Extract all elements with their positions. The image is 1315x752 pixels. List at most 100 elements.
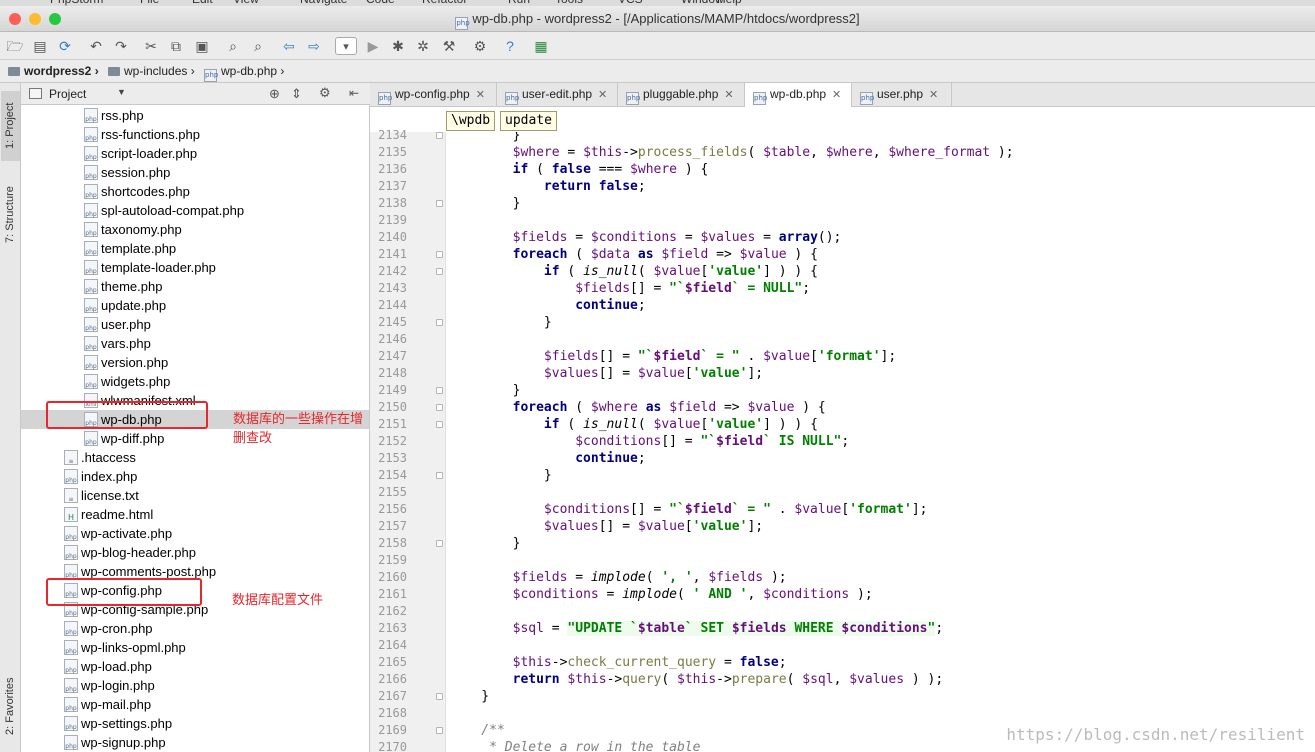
tree-item[interactable]: php template.php <box>21 239 369 258</box>
fold-marker-icon[interactable] <box>436 200 443 207</box>
code-line[interactable]: $where = $this->process_fields( $table, … <box>450 144 1315 161</box>
scroll-from-source-icon[interactable]: ⊕ <box>269 86 280 102</box>
plugin-icon[interactable]: ▦ <box>532 37 550 55</box>
tree-item[interactable]: php session.php <box>21 163 369 182</box>
collapse-all-icon[interactable]: ⇕ <box>291 86 302 102</box>
run-config-dropdown[interactable]: ▾ <box>335 37 357 55</box>
fold-marker-icon[interactable] <box>436 268 443 275</box>
editor-tab[interactable]: php pluggable.php ✕ <box>618 83 745 107</box>
code-line[interactable] <box>450 331 1315 348</box>
code-line[interactable]: $fields = $conditions = $values = array(… <box>450 229 1315 246</box>
tree-item[interactable]: php vars.php <box>21 334 369 353</box>
tool-tab-structure[interactable]: 7: Structure <box>1 175 20 255</box>
tree-item[interactable]: php wp-load.php <box>21 657 369 676</box>
tree-item[interactable]: php wp-login.php <box>21 676 369 695</box>
breadcrumb-class[interactable]: \wpdb <box>446 111 496 131</box>
code-line[interactable] <box>450 705 1315 722</box>
code-line[interactable]: $this->check_current_query = false; <box>450 654 1315 671</box>
undo-icon[interactable]: ↶ <box>87 37 105 55</box>
build-icon[interactable]: ⚒ <box>440 37 458 55</box>
fold-marker-icon[interactable] <box>436 319 443 326</box>
code-line[interactable]: $conditions[] = "`$field` = " . $value['… <box>450 501 1315 518</box>
code-line[interactable]: } <box>450 314 1315 331</box>
close-tab-icon[interactable]: ✕ <box>476 89 485 101</box>
tree-item[interactable]: php wp-activate.php <box>21 524 369 543</box>
code-line[interactable]: return false; <box>450 178 1315 195</box>
code-line[interactable] <box>450 552 1315 569</box>
tree-item[interactable]: php theme.php <box>21 277 369 296</box>
tree-item[interactable]: php shortcodes.php <box>21 182 369 201</box>
tree-item[interactable]: Hreadme.html <box>21 505 369 524</box>
hide-panel-icon[interactable]: ⇤ <box>349 86 359 100</box>
code-line[interactable]: } <box>450 195 1315 212</box>
code-line[interactable]: foreach ( $data as $field => $value ) { <box>450 246 1315 263</box>
tree-item[interactable]: php wp-cron.php <box>21 619 369 638</box>
fold-marker-icon[interactable] <box>436 540 443 547</box>
nav-crumb-file[interactable]: php wp-db.php › <box>204 63 284 82</box>
code-line[interactable]: if ( is_null( $value['value'] ) ) { <box>450 263 1315 280</box>
code-line[interactable] <box>450 637 1315 654</box>
tree-item[interactable]: php wp-signup.php <box>21 733 369 752</box>
code-line[interactable] <box>450 212 1315 229</box>
code-line[interactable]: continue; <box>450 450 1315 467</box>
tree-item[interactable]: php wp-links-opml.php <box>21 638 369 657</box>
code-line[interactable]: $values[] = $value['value']; <box>450 365 1315 382</box>
nav-crumb-project[interactable]: wordpress2 › <box>8 63 99 80</box>
debug-icon[interactable]: ✱ <box>389 37 407 55</box>
code-line[interactable]: } <box>450 688 1315 705</box>
code-line[interactable]: $conditions = implode( ' AND ', $conditi… <box>450 586 1315 603</box>
close-tab-icon[interactable]: ✕ <box>724 89 733 101</box>
folder-open-icon[interactable]: 🗁 <box>6 37 24 55</box>
tree-item[interactable]: php rss.php <box>21 106 369 125</box>
editor-tab[interactable]: php wp-config.php ✕ <box>370 83 497 107</box>
code-line[interactable]: } <box>450 132 1315 144</box>
tree-item[interactable]: php rss-functions.php <box>21 125 369 144</box>
paste-icon[interactable]: ▣ <box>193 37 211 55</box>
fold-marker-icon[interactable] <box>436 132 443 139</box>
fold-marker-icon[interactable] <box>436 472 443 479</box>
code-line[interactable]: $values[] = $value['value']; <box>450 518 1315 535</box>
editor-tab[interactable]: php user.php ✕ <box>852 83 952 107</box>
code-line[interactable]: if ( is_null( $value['value'] ) ) { <box>450 416 1315 433</box>
tree-item[interactable]: php widgets.php <box>21 372 369 391</box>
settings-icon[interactable]: ⚙ <box>471 37 489 55</box>
sync-icon[interactable]: ⟳ <box>56 37 74 55</box>
breadcrumb-method[interactable]: update <box>500 111 557 131</box>
fold-marker-icon[interactable] <box>436 727 443 734</box>
redo-icon[interactable]: ↷ <box>112 37 130 55</box>
code-line[interactable] <box>450 603 1315 620</box>
tree-item[interactable]: php script-loader.php <box>21 144 369 163</box>
forward-icon[interactable]: ⇨ <box>305 37 323 55</box>
tree-item[interactable]: ≡ .htaccess <box>21 448 369 467</box>
tool-tab-favorites[interactable]: 2: Favorites <box>1 671 20 741</box>
cut-icon[interactable]: ✂ <box>142 37 160 55</box>
tree-item[interactable]: php version.php <box>21 353 369 372</box>
find-icon[interactable]: ⌕ <box>224 37 242 55</box>
tree-item[interactable]: php wp-settings.php <box>21 714 369 733</box>
code-line[interactable]: } <box>450 467 1315 484</box>
tool-tab-project[interactable]: 1: Project <box>1 91 20 161</box>
tree-item[interactable]: php template-loader.php <box>21 258 369 277</box>
code-line[interactable]: if ( false === $where ) { <box>450 161 1315 178</box>
tree-item[interactable]: php spl-autoload-compat.php <box>21 201 369 220</box>
tree-item[interactable]: php wp-blog-header.php <box>21 543 369 562</box>
close-tab-icon[interactable]: ✕ <box>598 89 607 101</box>
run-icon[interactable]: ▶ <box>364 37 382 55</box>
code-line[interactable]: } <box>450 535 1315 552</box>
tree-item[interactable]: ≡ license.txt <box>21 486 369 505</box>
copy-icon[interactable]: ⧉ <box>167 37 185 55</box>
code-line[interactable]: $fields = implode( ', ', $fields ); <box>450 569 1315 586</box>
fold-marker-icon[interactable] <box>436 421 443 428</box>
code-line[interactable]: } <box>450 382 1315 399</box>
tree-item[interactable]: php user.php <box>21 315 369 334</box>
code-line[interactable] <box>450 484 1315 501</box>
code-line[interactable]: foreach ( $where as $field => $value ) { <box>450 399 1315 416</box>
close-tab-icon[interactable]: ✕ <box>929 89 938 101</box>
fold-marker-icon[interactable] <box>436 387 443 394</box>
fold-marker-icon[interactable] <box>436 251 443 258</box>
coverage-icon[interactable]: ✲ <box>414 37 432 55</box>
gear-icon[interactable]: ⚙ <box>319 85 331 101</box>
tree-item[interactable]: php wp-mail.php <box>21 695 369 714</box>
code-line[interactable]: $conditions[] = "`$field` IS NULL"; <box>450 433 1315 450</box>
fold-marker-icon[interactable] <box>436 693 443 700</box>
